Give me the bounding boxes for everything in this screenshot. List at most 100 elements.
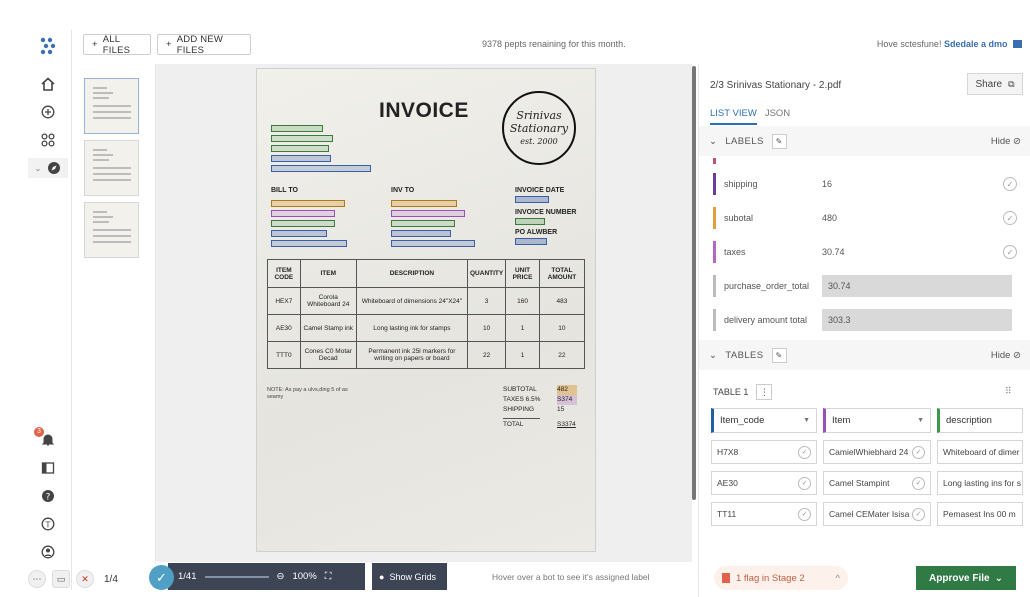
table-cell[interactable]: TT11 ✓ — [711, 502, 817, 526]
annotation-box[interactable] — [271, 165, 371, 172]
fit-screen-icon[interactable]: ⛶ — [325, 571, 332, 582]
totals-value[interactable]: 15 — [557, 405, 577, 415]
all-files-button[interactable]: + ALL FILES — [83, 34, 151, 56]
label-value-input[interactable]: 30.74 — [822, 275, 1012, 297]
confirm-check-icon[interactable]: ✓ — [149, 565, 174, 590]
page-navigator[interactable]: 1/41 ⊖ 100% ⛶ — [168, 563, 365, 590]
add-new-files-button[interactable]: + ADD NEW FILES — [157, 34, 251, 56]
help-icon[interactable]: ? — [38, 486, 58, 506]
annotation-box[interactable] — [391, 210, 465, 217]
annotation-box[interactable] — [391, 240, 475, 247]
table-cell[interactable]: H7X8 ✓ — [711, 440, 817, 464]
zoom-out-icon[interactable]: ⊖ — [277, 571, 285, 582]
svg-text:?: ? — [46, 493, 51, 503]
edit-pencil-icon[interactable]: ✎ — [771, 133, 787, 149]
approve-file-button[interactable]: Approve File ⌄ — [916, 566, 1016, 590]
check-circle-icon[interactable]: ✓ — [912, 445, 925, 459]
page-slider[interactable] — [204, 575, 269, 578]
label-value-input[interactable]: 303.3 — [822, 309, 1012, 331]
file-title: 2/3 Srinivas Stationary - 2.pdf — [710, 80, 842, 91]
label-row-taxes[interactable]: taxes 30.74 ✓ — [713, 239, 1017, 265]
home-icon[interactable] — [38, 74, 58, 94]
totals-value[interactable]: S374 — [557, 395, 577, 405]
more-icon[interactable]: ⋯ — [28, 570, 46, 588]
table-cell: Permanent ink 25l markers for writing on… — [355, 341, 469, 369]
table-name: TABLE 1 — [713, 387, 749, 397]
check-circle-icon[interactable]: ✓ — [798, 507, 811, 521]
annotation-box[interactable] — [391, 220, 455, 227]
share-button[interactable]: Share ⧉ — [967, 73, 1023, 95]
sidebar-icon[interactable] — [38, 458, 58, 478]
reject-icon[interactable]: ✕ — [76, 570, 94, 588]
table-cell[interactable]: Camel Stampint ✓ — [823, 471, 931, 495]
flag-indicator[interactable]: 1 flag in Stage 2 ^ — [714, 566, 848, 590]
kebab-menu-icon[interactable]: ⋮ — [756, 384, 773, 400]
document-viewer[interactable]: INVOICE Srinivas Stationary est. 2000 BI… — [156, 64, 692, 564]
annotation-box[interactable] — [515, 238, 547, 245]
table-cell[interactable]: Whiteboard of dimer — [937, 440, 1023, 464]
label-value[interactable]: 30.74 — [822, 247, 1002, 257]
column-header-item-code[interactable]: Item_code ▼ — [711, 408, 817, 433]
check-circle-icon[interactable]: ✓ — [798, 476, 811, 490]
annotation-box[interactable] — [391, 200, 457, 207]
compass-icon[interactable]: ⌄ — [28, 158, 68, 178]
page-thumbnail[interactable] — [84, 140, 139, 196]
table-cell[interactable]: Long lasting ins for s — [937, 471, 1023, 495]
annotation-box[interactable] — [271, 125, 323, 132]
labels-section-header[interactable]: ⌄ LABELS ✎ Hide ⊘ — [699, 126, 1030, 156]
annotation-box[interactable] — [515, 196, 549, 203]
user-icon[interactable] — [38, 542, 58, 562]
tab-list-view[interactable]: LIST VIEW — [710, 108, 757, 125]
annotation-box[interactable] — [271, 220, 335, 227]
label-value[interactable]: 480 — [822, 213, 1002, 223]
column-header-description[interactable]: description — [937, 408, 1023, 433]
label-row-subtotal[interactable]: subotal 480 ✓ — [713, 205, 1017, 231]
hide-labels-button[interactable]: Hide ⊘ — [991, 136, 1021, 147]
totals-value[interactable]: 482 — [557, 385, 577, 395]
table-cell[interactable]: CamielWhiebhard 24 ✓ — [823, 440, 931, 464]
annotation-box[interactable] — [271, 210, 335, 217]
table-cell: 22 — [466, 341, 507, 369]
check-circle-icon[interactable]: ✓ — [912, 476, 925, 490]
grid-icon[interactable] — [38, 130, 58, 150]
annotation-box[interactable] — [271, 135, 333, 142]
annotation-box[interactable] — [271, 200, 345, 207]
page-thumbnail[interactable] — [84, 78, 139, 134]
schedule-demo-link[interactable]: Sdedale a dmo — [944, 39, 1008, 49]
check-circle-icon[interactable]: ✓ — [1003, 177, 1017, 191]
label-row-delivery-amount-total[interactable]: delivery amount total 303.3 — [713, 307, 1017, 333]
totals-value[interactable]: S3374 — [557, 420, 577, 430]
tables-section-header[interactable]: ⌄ TABLES ✎ Hide ⊘ — [699, 340, 1030, 370]
plus-circle-icon[interactable] — [38, 102, 58, 122]
check-circle-icon[interactable]: ✓ — [798, 445, 811, 459]
app-logo-icon[interactable] — [38, 36, 58, 56]
invoice-document[interactable]: INVOICE Srinivas Stationary est. 2000 BI… — [256, 68, 596, 552]
table-cell[interactable]: Camel CEMater Isisa ✓ — [823, 502, 931, 526]
show-grids-button[interactable]: ● Show Grids — [372, 563, 447, 590]
camera-icon[interactable]: ▭ — [52, 570, 70, 588]
table-cell[interactable]: Pemasest Ins 00 m — [937, 502, 1023, 526]
check-circle-icon[interactable]: ✓ — [912, 507, 925, 521]
page-thumbnail[interactable] — [84, 202, 139, 258]
table-cell: Long lasting ink for stamps — [355, 314, 469, 342]
label-value[interactable]: 16 — [822, 179, 1002, 189]
edit-pencil-icon[interactable]: ✎ — [771, 347, 787, 363]
chat-icon[interactable] — [1013, 40, 1022, 48]
check-circle-icon[interactable]: ✓ — [1003, 211, 1017, 225]
info-icon[interactable]: T — [38, 514, 58, 534]
label-row-shipping[interactable]: shipping 16 ✓ — [713, 171, 1017, 197]
hide-tables-button[interactable]: Hide ⊘ — [991, 350, 1021, 361]
label-row-purchase-order-total[interactable]: purchase_order_total 30.74 — [713, 273, 1017, 299]
tab-json[interactable]: JSON — [765, 108, 790, 125]
drag-handle-icon[interactable]: ⠿ — [1005, 386, 1012, 397]
check-circle-icon[interactable]: ✓ — [1003, 245, 1017, 259]
annotation-box[interactable] — [271, 145, 329, 152]
annotation-box[interactable] — [271, 240, 347, 247]
annotation-box[interactable] — [271, 230, 327, 237]
annotation-box[interactable] — [271, 155, 331, 162]
annotation-box[interactable] — [515, 218, 545, 225]
annotation-box[interactable] — [391, 230, 451, 237]
viewer-scrollbar[interactable] — [692, 66, 696, 500]
table-cell[interactable]: AE30 ✓ — [711, 471, 817, 495]
column-header-item[interactable]: Item ▼ — [823, 408, 931, 433]
